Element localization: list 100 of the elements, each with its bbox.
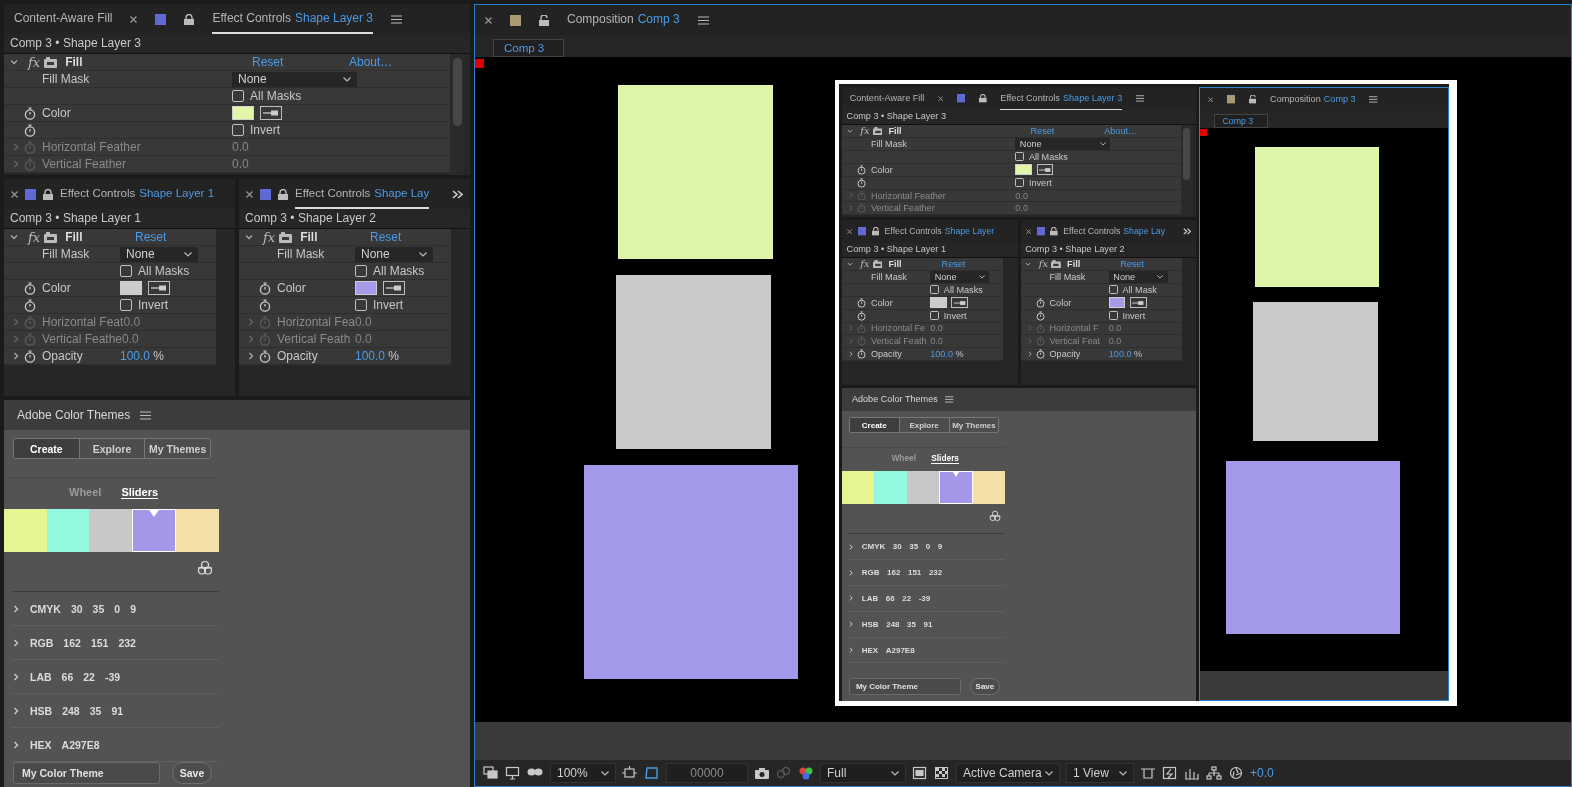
stopwatch-icon[interactable] <box>24 298 36 312</box>
close-icon[interactable] <box>1207 96 1214 103</box>
stopwatch-icon[interactable] <box>24 123 36 137</box>
stopwatch-icon[interactable] <box>24 106 36 120</box>
chevron-down-icon[interactable] <box>10 58 18 66</box>
segment-tab[interactable]: Create <box>14 439 79 458</box>
menu-icon[interactable] <box>697 15 709 25</box>
checkbox[interactable] <box>1108 285 1118 295</box>
checkbox[interactable] <box>1015 178 1025 188</box>
color-swatch[interactable] <box>232 106 254 120</box>
mode-tab[interactable]: Sliders <box>121 486 159 499</box>
color-model-label[interactable]: HSB <box>30 704 53 717</box>
reset-link[interactable]: Reset <box>135 230 167 244</box>
reset-link[interactable]: Reset <box>1120 258 1144 269</box>
mask-dropdown[interactable]: None <box>120 246 198 262</box>
save-button[interactable]: Save <box>172 762 212 784</box>
frame-icon[interactable] <box>912 766 928 780</box>
eyedropper-button[interactable] <box>1036 164 1054 175</box>
view-layout-dropdown[interactable]: 1 View <box>1066 763 1134 783</box>
panel-tab[interactable]: Effect Controls Shape Layer 3 <box>212 4 374 34</box>
color-swatch[interactable] <box>355 281 377 295</box>
menu-icon[interactable] <box>140 410 152 420</box>
checkbox[interactable] <box>1108 311 1118 321</box>
color-swatch[interactable] <box>930 297 947 308</box>
resolution-dropdown[interactable]: Full <box>820 763 906 783</box>
menu-icon[interactable] <box>391 14 403 24</box>
chevron-right-icon[interactable] <box>247 352 255 360</box>
checkbox[interactable] <box>930 285 940 295</box>
exposure-icon[interactable] <box>1228 766 1244 780</box>
checkbox[interactable] <box>120 265 132 277</box>
fx-badge[interactable]: fx <box>263 229 276 245</box>
panel-tab[interactable]: Content-Aware Fill <box>849 87 925 110</box>
color-swatch[interactable] <box>906 471 939 504</box>
checkbox[interactable] <box>930 311 940 321</box>
color-rule-icon[interactable] <box>197 560 213 576</box>
timeline-icon[interactable] <box>1184 766 1200 780</box>
lock-icon[interactable] <box>43 188 53 200</box>
property-value[interactable]: 100.0 % <box>930 349 964 360</box>
stopwatch-icon[interactable] <box>24 349 36 363</box>
checkbox[interactable] <box>355 299 367 311</box>
color-swatch[interactable] <box>120 281 142 295</box>
region-icon[interactable] <box>622 766 638 780</box>
fast-preview-icon[interactable] <box>1162 766 1178 780</box>
viewer-tab[interactable]: Comp 3 <box>493 39 564 57</box>
reset-link[interactable]: Reset <box>941 258 966 269</box>
close-icon[interactable] <box>1025 228 1032 235</box>
mask-dropdown[interactable]: None <box>1108 271 1168 283</box>
fx-badge[interactable]: fx <box>860 125 870 137</box>
theme-name-field[interactable]: My Color Theme <box>13 762 160 784</box>
color-swatch[interactable] <box>176 509 219 552</box>
eyedropper-button[interactable] <box>1130 297 1147 308</box>
timecode-field[interactable]: 00000 <box>666 763 748 783</box>
checkbox[interactable] <box>1015 152 1025 162</box>
lock-icon[interactable] <box>278 188 288 200</box>
reset-link[interactable]: Reset <box>370 230 402 244</box>
color-model-label[interactable]: LAB <box>30 670 52 683</box>
panel-tab[interactable]: Effect Controls Shape Layer 1 <box>60 179 215 209</box>
close-icon[interactable] <box>246 190 253 198</box>
viewer-tab[interactable]: Comp 3 <box>1213 113 1268 128</box>
stopwatch-icon[interactable] <box>259 281 271 295</box>
panel-tab[interactable]: Effect Controls Shape Layer 3 <box>1000 87 1123 110</box>
mask-dropdown[interactable]: None <box>232 71 357 87</box>
stopwatch-icon[interactable] <box>259 298 271 312</box>
about-link[interactable]: About… <box>1104 125 1138 136</box>
channel-icon[interactable] <box>798 766 814 780</box>
eyedropper-button[interactable] <box>260 106 282 120</box>
scrollbar[interactable] <box>1181 125 1192 217</box>
property-value[interactable]: 100.0 % <box>120 349 165 363</box>
close-icon[interactable] <box>485 16 492 24</box>
checkerboard-icon[interactable] <box>934 766 950 780</box>
segment-tab[interactable]: My Themes <box>144 439 210 458</box>
panel-tab[interactable]: Effect Controls Shape Layer <box>884 220 995 243</box>
eyedropper-button[interactable] <box>383 281 405 295</box>
fx-badge[interactable]: fx <box>1038 258 1049 270</box>
shape-layer[interactable] <box>1253 301 1379 442</box>
stopwatch-icon[interactable] <box>24 281 36 295</box>
checkbox[interactable] <box>355 265 367 277</box>
exposure-value[interactable]: +0.0 <box>1250 766 1274 780</box>
color-swatch[interactable] <box>1015 164 1032 175</box>
property-value[interactable]: 100.0 % <box>1108 349 1143 360</box>
checkbox[interactable] <box>120 299 132 311</box>
color-model-label[interactable]: CMYK <box>30 602 61 615</box>
panel-tab[interactable]: Composition Comp 3 <box>1270 88 1356 111</box>
camera-icon[interactable] <box>754 766 770 780</box>
monitor-icon[interactable] <box>505 766 521 780</box>
property-value[interactable]: 100.0 % <box>355 349 400 363</box>
close-icon[interactable] <box>130 15 138 23</box>
mask-dropdown[interactable]: None <box>930 271 990 283</box>
chevron-down-icon[interactable] <box>10 233 18 241</box>
layers-icon[interactable] <box>483 766 499 780</box>
color-swatch[interactable] <box>4 509 47 552</box>
close-icon[interactable] <box>847 228 853 235</box>
eyedropper-button[interactable] <box>951 297 969 308</box>
panel-tab[interactable]: Effect Controls Shape Lay <box>1063 220 1166 243</box>
checkbox[interactable] <box>232 124 244 136</box>
close-icon[interactable] <box>11 190 18 198</box>
color-swatch[interactable] <box>89 509 132 552</box>
scrollbar[interactable] <box>450 54 464 175</box>
chevron-right-icon[interactable] <box>12 352 20 360</box>
panel-tab[interactable]: Effect Controls Shape Lay <box>295 179 430 209</box>
